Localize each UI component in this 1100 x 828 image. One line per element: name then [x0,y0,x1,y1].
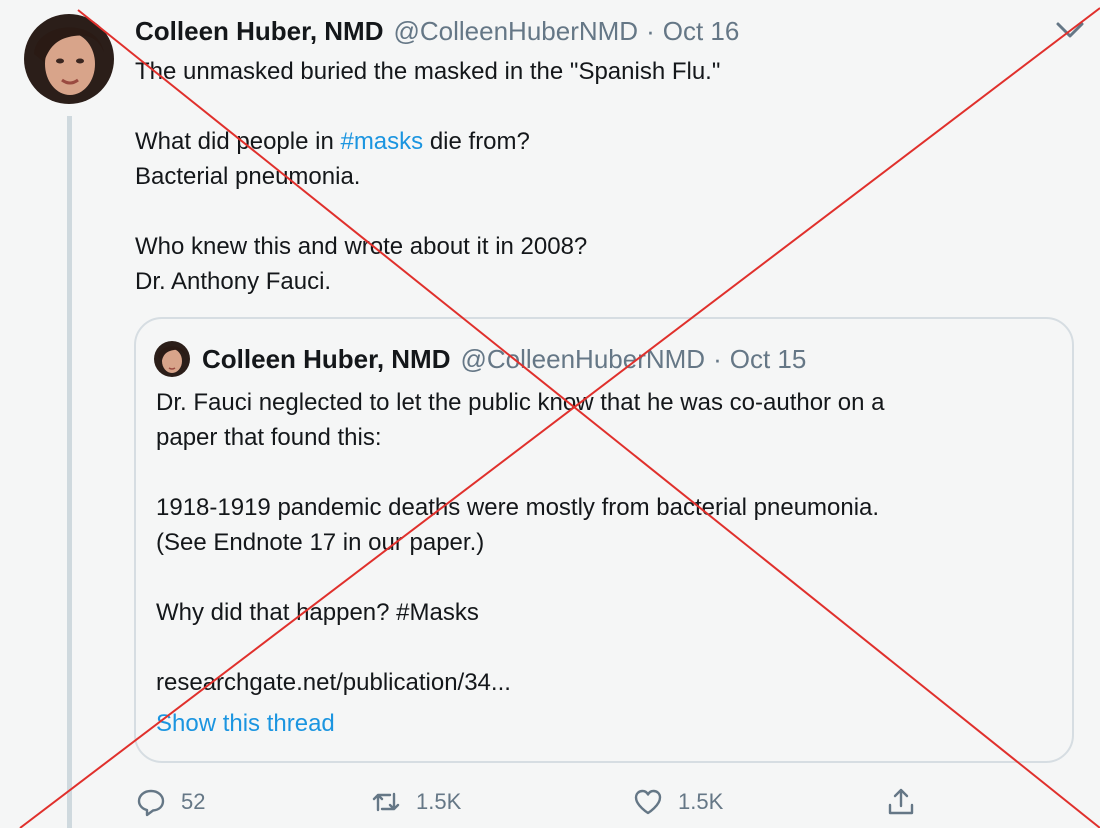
retweet-count: 1.5K [416,789,462,814]
tweet-line: Bacterial pneumonia. [135,163,361,190]
hashtag-link-masks[interactable]: #masks [340,128,423,155]
author-handle[interactable]: @ColleenHuberNMD [393,14,638,48]
tweet-line: The unmasked buried the masked in the "S… [135,58,721,85]
like-count: 1.5K [678,789,724,814]
tweet-line: Dr. Anthony Fauci. [135,268,332,295]
quoted-tweet-body: Dr. Fauci neglected to let the public kn… [156,385,1056,741]
heart-icon [634,789,662,815]
tweet-text-segment: What did people in [135,128,341,155]
tweet-body: The unmasked buried the masked in the "S… [135,54,1065,299]
tweet-screenshot: Colleen Huber, NMD @ColleenHuberNMD · Oc… [0,0,1100,828]
reply-count: 52 [181,789,206,814]
quoted-line: 1918-1919 pandemic deaths were mostly fr… [156,494,880,521]
speech-bubble-icon [137,789,165,817]
reply-button[interactable]: 52 [135,782,205,822]
tweet-header: Colleen Huber, NMD @ColleenHuberNMD · Oc… [135,14,739,48]
tweet-line: What did people in #masks die from? [135,124,1065,159]
tweet-text-segment: die from? [423,128,530,155]
tweet-action-bar: 52 1.5K 1.5K [135,782,935,822]
quoted-line: Dr. Fauci neglected to let the public kn… [156,389,885,416]
quoted-tweet-date: Oct 15 [729,343,807,374]
quoted-author-handle: @ColleenHuberNMD [460,343,706,374]
header-separator: · [646,16,655,46]
quoted-author-name: Colleen Huber, NMD [202,343,451,374]
quoted-line: (See Endnote 17 in our paper.) [156,529,485,556]
tweet-date[interactable]: Oct 16 [663,14,740,48]
tweet-line: Who knew this and wrote about it in 2008… [135,233,588,260]
quoted-tweet-header: Colleen Huber, NMD @ColleenHuberNMD · Oc… [154,341,806,377]
quoted-header-separator: · [713,343,722,374]
avatar[interactable] [24,14,114,104]
tweet-menu-button[interactable] [1050,10,1090,46]
show-this-thread-link[interactable]: Show this thread [156,706,1056,741]
quoted-tweet-card[interactable]: Colleen Huber, NMD @ColleenHuberNMD · Oc… [134,317,1074,763]
share-button[interactable] [885,782,917,822]
quoted-avatar [154,341,190,377]
like-button[interactable]: 1.5K [632,782,723,822]
retweet-arrows-icon [372,792,400,812]
chevron-down-icon [1056,22,1084,38]
thread-connector-line [67,116,72,828]
quoted-line: Why did that happen? #Masks [156,599,479,626]
quoted-line: paper that found this: [156,424,382,451]
quoted-link-text: researchgate.net/publication/34... [156,669,511,696]
author-name[interactable]: Colleen Huber, NMD [135,14,383,48]
share-upload-icon [888,788,914,815]
retweet-button[interactable]: 1.5K [370,782,461,822]
